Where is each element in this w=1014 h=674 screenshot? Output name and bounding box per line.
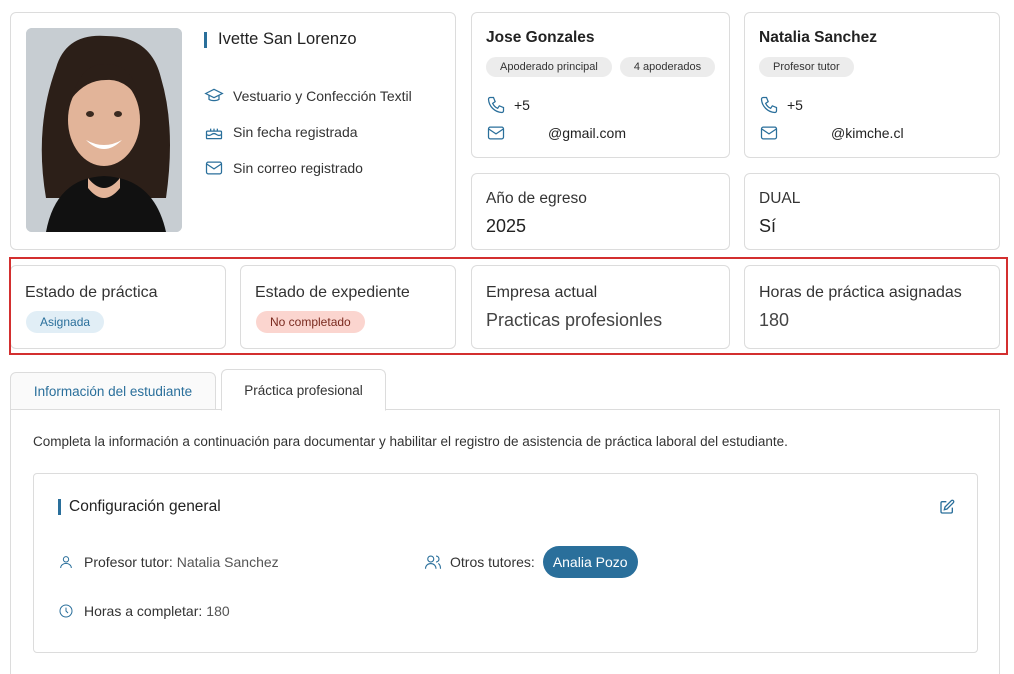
edit-icon [940, 499, 955, 514]
student-profile-card: Ivette San Lorenzo Vestuario y Confecció… [10, 12, 456, 250]
tutor-role-badge: Profesor tutor [759, 57, 854, 77]
general-config-card: Configuración general Profesor tutor: Na… [33, 473, 978, 653]
student-specialty-row: Vestuario y Confección Textil [204, 86, 412, 106]
dual-label: DUAL [759, 190, 801, 207]
mail-icon [759, 123, 781, 143]
accent-bar [58, 499, 61, 515]
tutor-contact-card: Natalia Sanchez Profesor tutor +5 @kimch… [744, 12, 1000, 158]
clock-icon [58, 603, 76, 619]
tab-student-info[interactable]: Información del estudiante [10, 372, 216, 410]
guardian-badges: Apoderado principal 4 apoderados [486, 57, 716, 77]
tutor-value: Natalia Sanchez [176, 554, 279, 570]
tutor-phone-row: +5 [759, 95, 803, 115]
mail-icon [204, 158, 224, 178]
student-photo [26, 28, 182, 232]
phone-icon [759, 95, 781, 115]
tutor-phone[interactable]: +5 [787, 97, 803, 113]
student-name-row: Ivette San Lorenzo [204, 30, 357, 49]
guardian-email[interactable]: @gmail.com [548, 125, 626, 141]
user-icon [58, 554, 76, 570]
student-email: Sin correo registrado [233, 160, 363, 176]
dual-value: Sí [759, 216, 777, 236]
practice-panel: Completa la información a continuación p… [10, 409, 1000, 674]
guardian-role-badge: Apoderado principal [486, 57, 612, 77]
guardian-phone-row: +5 [486, 95, 530, 115]
graduation-label: Año de egreso [486, 190, 587, 207]
mail-icon [486, 123, 508, 143]
guardian-phone[interactable]: +5 [514, 97, 530, 113]
highlight-box [9, 257, 1008, 355]
hours-row: Horas a completar: 180 [58, 603, 230, 619]
guardian-name: Jose Gonzales [486, 29, 595, 46]
student-birthdate: Sin fecha registrada [233, 124, 358, 140]
graduation-card: Año de egreso 2025 [471, 173, 730, 250]
other-tutors-row: Otros tutores: Analia Pozo [424, 546, 638, 578]
tutor-badges: Profesor tutor [759, 57, 854, 77]
hours-label: Horas a completar: [84, 603, 203, 619]
student-specialty: Vestuario y Confección Textil [233, 88, 412, 104]
graduation-value: 2025 [486, 216, 527, 236]
other-tutor-chip[interactable]: Analia Pozo [542, 546, 638, 578]
hours-value: 180 [206, 603, 230, 619]
edit-button[interactable] [937, 497, 957, 517]
tutor-row: Profesor tutor: Natalia Sanchez [58, 554, 279, 570]
tutor-label: Profesor tutor: [84, 554, 173, 570]
guardian-count-badge[interactable]: 4 apoderados [619, 57, 716, 77]
config-title-row: Configuración general [58, 498, 221, 516]
tutor-name: Natalia Sanchez [759, 29, 878, 46]
student-email-row: Sin correo registrado [204, 158, 363, 178]
graduation-cap-icon [204, 86, 224, 106]
tutor-email-row: @kimche.cl [759, 123, 904, 143]
phone-icon [486, 95, 508, 115]
student-name: Ivette San Lorenzo [218, 30, 357, 48]
config-title: Configuración general [69, 498, 221, 515]
student-birthdate-row: Sin fecha registrada [204, 122, 358, 142]
other-tutors-label: Otros tutores: [450, 554, 535, 570]
panel-description: Completa la información a continuación p… [33, 434, 788, 449]
dual-card: DUAL Sí [744, 173, 1000, 250]
tab-professional-practice[interactable]: Práctica profesional [221, 369, 386, 411]
guardian-card: Jose Gonzales Apoderado principal 4 apod… [471, 12, 730, 158]
cake-icon [204, 122, 224, 142]
guardian-email-row: @gmail.com [486, 123, 626, 143]
tutor-email[interactable]: @kimche.cl [831, 125, 904, 141]
accent-bar [204, 31, 207, 48]
users-icon [424, 553, 442, 571]
